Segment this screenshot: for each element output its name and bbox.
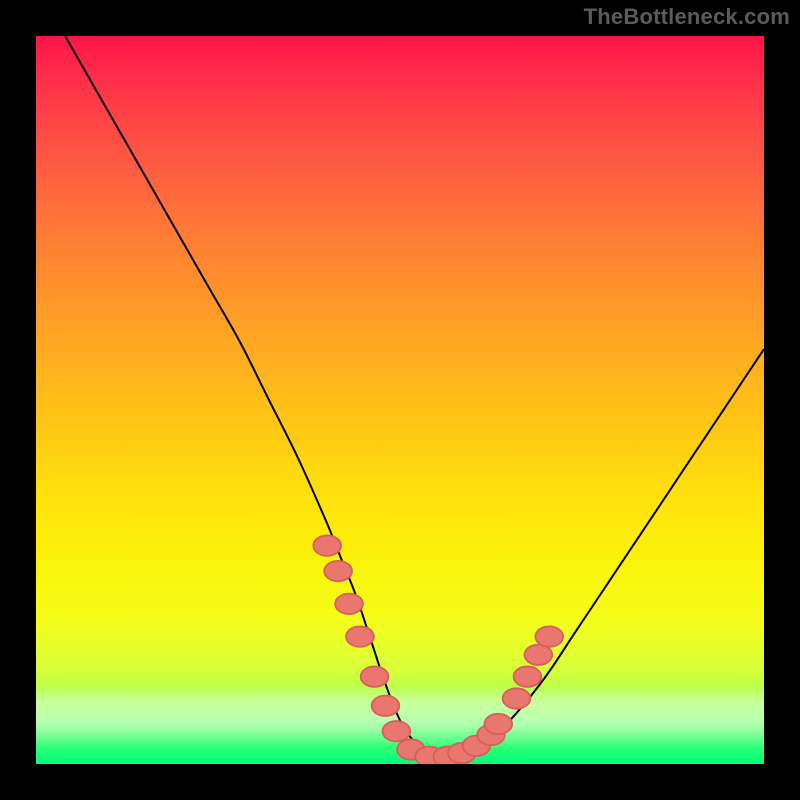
curve-marker xyxy=(335,594,363,614)
bottleneck-curve xyxy=(65,36,764,757)
curve-marker xyxy=(346,626,374,646)
curve-marker xyxy=(372,696,400,716)
chart-frame: TheBottleneck.com xyxy=(0,0,800,800)
marker-group xyxy=(313,535,563,764)
watermark-text: TheBottleneck.com xyxy=(584,4,790,30)
curve-marker xyxy=(361,666,389,686)
curve-marker xyxy=(503,688,531,708)
curve-marker xyxy=(535,626,563,646)
curve-marker xyxy=(383,721,411,741)
curve-marker xyxy=(484,714,512,734)
curve-marker xyxy=(313,535,341,555)
curve-layer xyxy=(36,36,764,764)
curve-marker xyxy=(514,666,542,686)
plot-area xyxy=(36,36,764,764)
curve-marker xyxy=(324,561,352,581)
